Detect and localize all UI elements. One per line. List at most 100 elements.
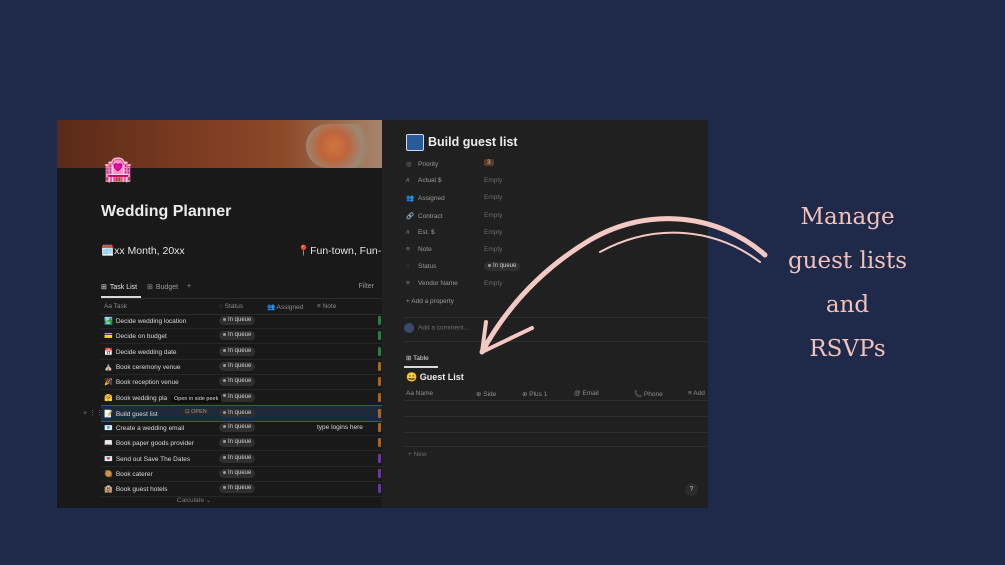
status-badge[interactable]: In queue bbox=[219, 331, 256, 341]
add-comment-input[interactable]: Add a comment... bbox=[404, 323, 469, 333]
table-icon: ⊞ bbox=[147, 284, 153, 291]
calculate-button[interactable]: Calculate ⌄ bbox=[177, 496, 211, 504]
status-badge[interactable]: In queue bbox=[219, 346, 256, 356]
table-row[interactable]: 💳 Decide on budget In queue bbox=[101, 328, 382, 345]
table-row[interactable]: 🏨 Book guest hotels In queue bbox=[101, 481, 382, 498]
task-cell[interactable]: 🥘 Book caterer bbox=[104, 470, 153, 478]
drag-handle-icon[interactable]: + ⋮⋮ bbox=[83, 409, 103, 417]
task-emoji-icon: 💳 bbox=[104, 333, 113, 341]
date-text: 🗓️xx Month, 20xx bbox=[101, 245, 185, 257]
property-value[interactable]: Empty bbox=[484, 280, 502, 287]
task-cell[interactable]: 🎉 Book reception venue bbox=[104, 378, 179, 386]
table-row[interactable]: 📅 Decide wedding date In queue bbox=[101, 344, 382, 360]
priority-value[interactable]: 3 bbox=[484, 159, 494, 166]
property-value[interactable]: Empty bbox=[484, 212, 502, 219]
property-row[interactable]: # Est. $ Empty bbox=[406, 229, 502, 241]
table-row[interactable]: 🥘 Book caterer In queue bbox=[101, 466, 382, 482]
row-color-tag bbox=[378, 423, 381, 433]
column-add[interactable]: ≡ Add bbox=[688, 390, 705, 397]
task-emoji-icon: 📅 bbox=[104, 348, 113, 356]
property-row[interactable]: ◌ Status In queue bbox=[406, 262, 521, 275]
column-status[interactable]: ◌ Status bbox=[219, 303, 243, 310]
status-badge[interactable]: In queue bbox=[219, 469, 256, 478]
note-cell[interactable]: type logins here bbox=[317, 424, 363, 431]
tab-task-list[interactable]: ⊞ Task List bbox=[101, 283, 137, 292]
task-cell[interactable]: 🤗 Book wedding pla bbox=[104, 394, 167, 402]
page-title: Wedding Planner bbox=[101, 203, 232, 220]
status-badge[interactable]: In queue bbox=[219, 408, 256, 418]
property-icon: ≡ bbox=[406, 246, 410, 253]
table-row[interactable]: 💌 Send out Save The Dates In queue bbox=[101, 451, 382, 467]
property-row[interactable]: 🔗 Contract Empty bbox=[406, 212, 502, 224]
app-screenshot: 🏩 Wedding Planner 🗓️xx Month, 20xx 📍Fun-… bbox=[57, 120, 708, 508]
property-label: Assigned bbox=[418, 195, 445, 203]
row-color-tag bbox=[378, 331, 381, 341]
table-row[interactable]: 🤗 Book wedding pla In queue bbox=[101, 390, 382, 406]
caption-line: Manage bbox=[800, 204, 895, 230]
filter-button[interactable]: Filter bbox=[358, 283, 374, 290]
property-value[interactable]: Empty bbox=[484, 177, 502, 184]
column-plus-1[interactable]: ⊕ Plus 1 bbox=[522, 390, 547, 398]
task-cell[interactable]: 📧 Create a wedding email bbox=[104, 424, 184, 432]
column-task[interactable]: Aa Task bbox=[104, 303, 127, 310]
status-badge[interactable]: In queue bbox=[219, 453, 256, 463]
status-badge[interactable]: In queue bbox=[484, 262, 521, 272]
status-badge[interactable]: In queue bbox=[219, 484, 256, 494]
column-assigned[interactable]: 👥 Assigned bbox=[267, 303, 303, 311]
task-cell[interactable]: 💳 Decide on budget bbox=[104, 332, 167, 340]
task-cell[interactable]: 🏞️ Decide wedding location bbox=[104, 317, 186, 325]
status-badge[interactable]: In queue bbox=[219, 316, 256, 325]
status-badge[interactable]: In queue bbox=[219, 361, 256, 371]
caption-line: and bbox=[825, 292, 870, 318]
status-badge[interactable]: In queue bbox=[219, 392, 256, 402]
column-email[interactable]: @ Email bbox=[574, 390, 599, 397]
property-value[interactable]: Empty bbox=[484, 246, 502, 253]
property-row[interactable]: ≡ Vendor Name Empty bbox=[406, 280, 502, 292]
task-cell[interactable]: ⛪ Book ceremony venue bbox=[104, 363, 181, 371]
task-cell[interactable]: 📖 Book paper goods provider bbox=[104, 439, 194, 447]
property-icon: 🔗 bbox=[406, 212, 415, 220]
table-row[interactable]: 🏞️ Decide wedding location In queue bbox=[101, 313, 382, 329]
property-row[interactable]: # Actual $ Empty bbox=[406, 177, 502, 189]
property-icon: ◎ bbox=[406, 161, 412, 168]
task-cell[interactable]: 📝 Build guest list bbox=[104, 410, 158, 418]
tab-table[interactable]: ⊞ Table bbox=[406, 354, 429, 362]
property-value[interactable]: Empty bbox=[484, 229, 502, 236]
status-badge[interactable]: In queue bbox=[219, 423, 256, 433]
add-property-button[interactable]: + Add a property bbox=[406, 298, 454, 310]
caption-line: RSVPs bbox=[809, 336, 886, 362]
column-side[interactable]: ⊕ Side bbox=[476, 390, 496, 398]
help-button[interactable]: ? bbox=[685, 483, 698, 496]
new-row-button[interactable]: + New bbox=[408, 451, 427, 458]
property-label: Priority bbox=[418, 161, 439, 168]
page-icon[interactable]: 🏩 bbox=[103, 156, 133, 184]
property-label: Contract bbox=[418, 212, 443, 220]
table-row[interactable]: 🎉 Book reception venue In queue bbox=[101, 374, 382, 391]
column-note[interactable]: ≡ Note bbox=[317, 303, 336, 310]
property-row[interactable]: ◎ Priority 3 bbox=[406, 159, 494, 172]
property-label: Status bbox=[418, 263, 437, 271]
open-button[interactable]: ⊡ OPEN bbox=[182, 409, 210, 415]
status-badge[interactable]: In queue bbox=[219, 377, 256, 387]
property-value[interactable]: Empty bbox=[484, 194, 502, 201]
task-cell[interactable]: 🏨 Book guest hotels bbox=[104, 485, 168, 493]
row-color-tag bbox=[378, 438, 381, 448]
column-name[interactable]: Aa Name bbox=[406, 390, 433, 397]
task-cell[interactable]: 📅 Decide wedding date bbox=[104, 348, 177, 356]
page-icon[interactable] bbox=[406, 134, 424, 151]
add-view-button[interactable]: + bbox=[187, 283, 191, 290]
task-cell[interactable]: 💌 Send out Save The Dates bbox=[104, 455, 190, 463]
status-badge[interactable]: In queue bbox=[219, 438, 256, 448]
task-emoji-icon: 🎉 bbox=[104, 379, 113, 387]
property-row[interactable]: ≡ Note Empty bbox=[406, 246, 502, 258]
task-emoji-icon: 🏨 bbox=[104, 486, 113, 494]
column-phone[interactable]: 📞 Phone bbox=[634, 390, 663, 398]
property-row[interactable]: 👥 Assigned Empty bbox=[406, 194, 502, 206]
table-row[interactable]: ⛪ Book ceremony venue In queue bbox=[101, 359, 382, 375]
tab-budget[interactable]: ⊞ Budget bbox=[147, 283, 178, 292]
property-label: Vendor Name bbox=[418, 280, 458, 288]
table-row[interactable]: 📖 Book paper goods provider In queue bbox=[101, 435, 382, 452]
table-icon: ⊞ bbox=[101, 284, 107, 291]
table-row[interactable]: 📧 Create a wedding email In queue type log… bbox=[101, 420, 382, 437]
row-color-tag bbox=[378, 408, 381, 418]
